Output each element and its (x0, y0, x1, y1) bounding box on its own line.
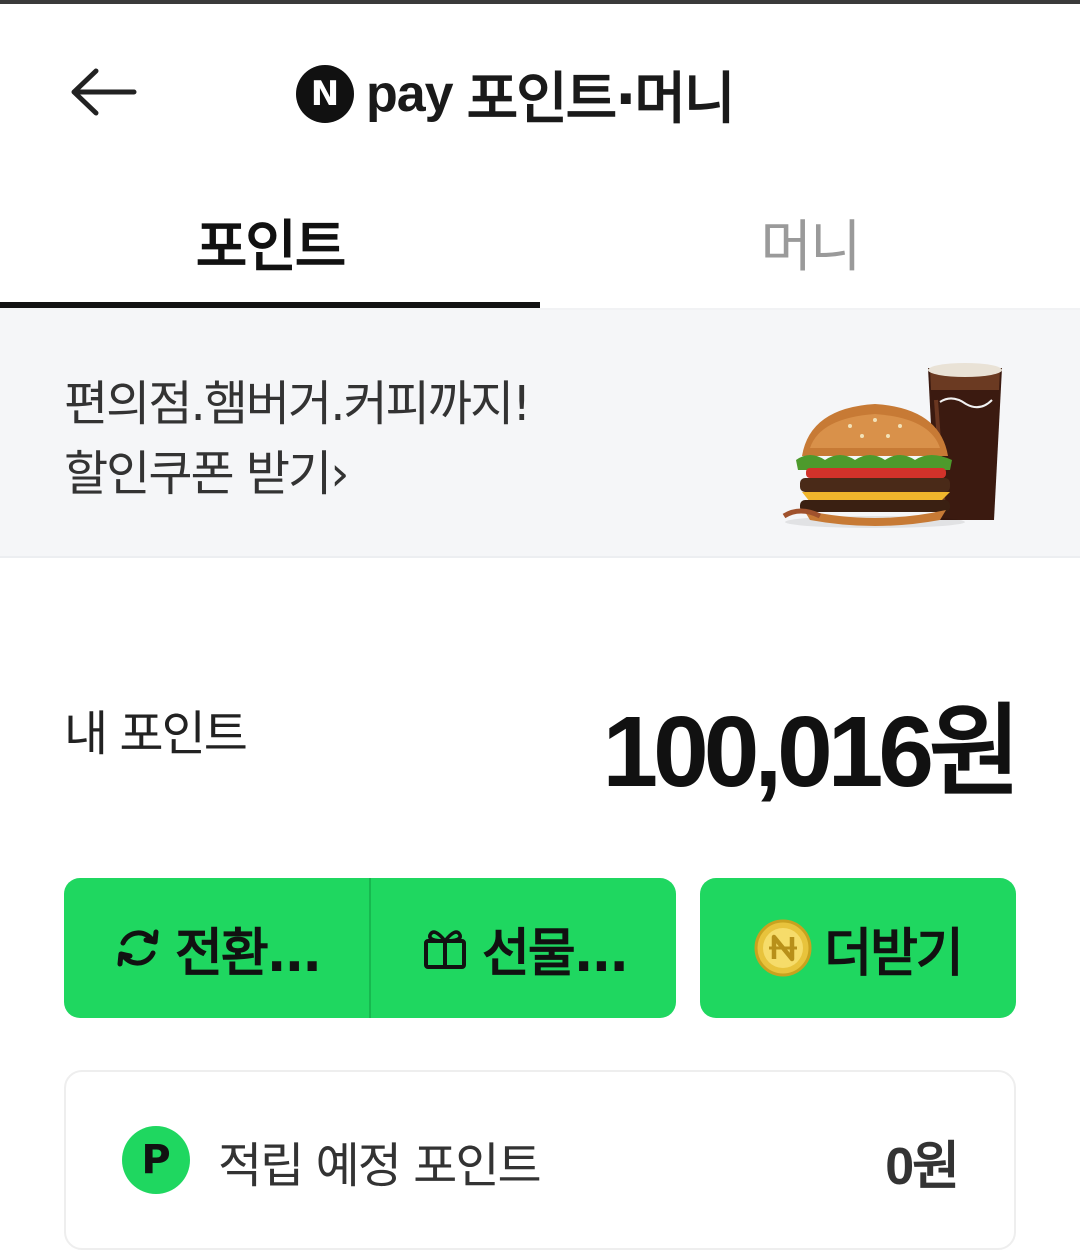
point-action-group: 전환... 선물... (64, 878, 676, 1018)
my-point-label: 내 포인트 (64, 706, 248, 762)
burger-and-cola-image (782, 363, 1002, 528)
title-text: 포인트·머니 (466, 66, 736, 132)
my-point-balance: 100,016원 (602, 696, 1021, 808)
header: N pay 포인트·머니 (0, 4, 1080, 176)
page-title: N pay 포인트·머니 (296, 56, 736, 132)
pay-wordmark: pay (366, 65, 454, 123)
refresh-icon (113, 923, 163, 973)
pending-points-label: 적립 예정 포인트 (218, 1138, 542, 1194)
point-badge-icon: P (122, 1126, 190, 1194)
gift-button[interactable]: 선물... (371, 878, 676, 1018)
pending-points-value: 0원 (885, 1138, 960, 1196)
gift-label: 선물... (482, 923, 629, 984)
npay-coin-icon (754, 919, 812, 977)
convert-label: 전환... (175, 923, 322, 984)
arrow-left-icon (71, 68, 137, 116)
gift-icon (420, 923, 470, 973)
tab-bar: 포인트 머니 (0, 176, 1080, 310)
tab-money[interactable]: 머니 (540, 176, 1080, 308)
convert-button[interactable]: 전환... (64, 878, 369, 1018)
banner-link-text: 할인쿠폰 받기› (64, 446, 349, 502)
banner-headline: 편의점.햄버거.커피까지! (64, 376, 531, 432)
earn-more-label: 더받기 (824, 923, 964, 984)
earn-more-button[interactable]: 더받기 (700, 878, 1016, 1018)
active-tab-indicator (0, 302, 540, 308)
tab-points[interactable]: 포인트 (0, 176, 540, 308)
naver-n-logo: N (296, 65, 354, 123)
coupon-banner[interactable]: 편의점.햄버거.커피까지! 할인쿠폰 받기› (0, 310, 1080, 558)
back-button[interactable] (58, 52, 148, 132)
pending-points-card[interactable]: P 적립 예정 포인트 0원 (64, 1070, 1016, 1250)
